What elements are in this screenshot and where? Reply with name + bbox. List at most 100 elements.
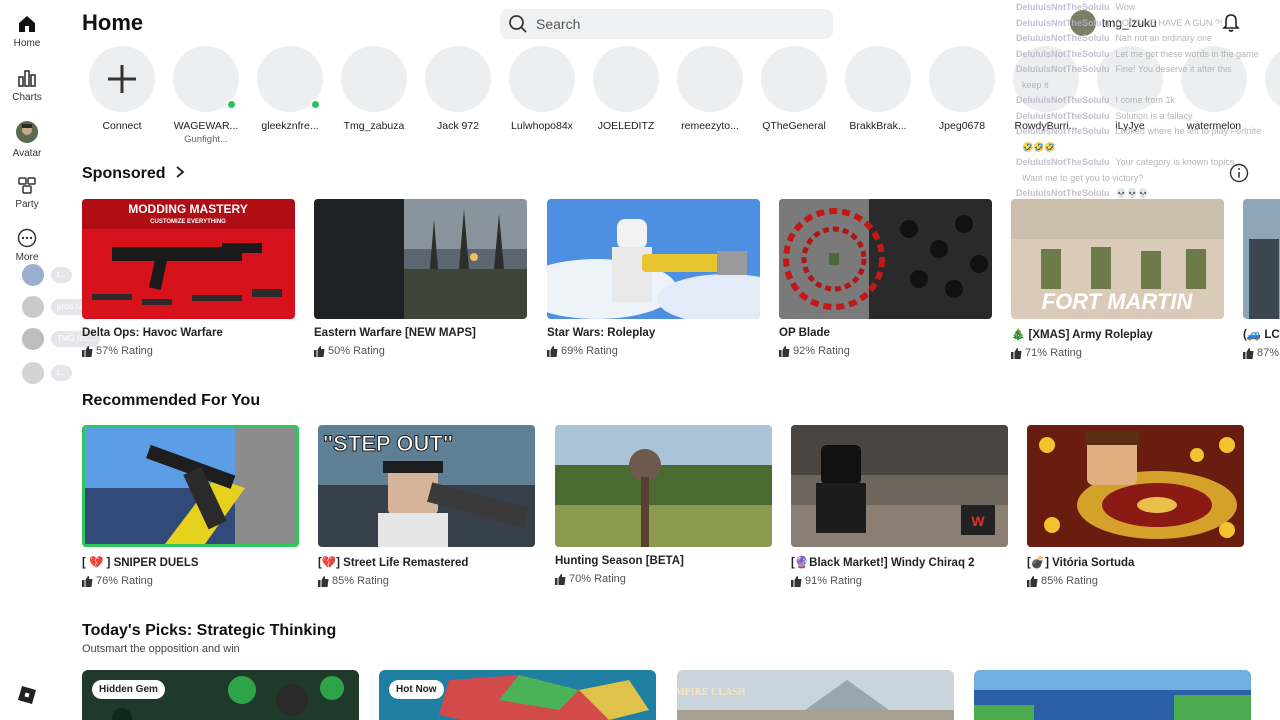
friend-tile[interactable]: BrakkBrak... (836, 46, 920, 132)
rating-text: 70% Rating (569, 573, 626, 585)
game-rating: 76% Rating (82, 575, 299, 587)
thumb-banner: FORT MARTIN (1042, 289, 1194, 314)
game-rating: 69% Rating (547, 345, 760, 357)
friend-tile[interactable]: QTheGeneral (752, 46, 836, 132)
game-thumbnail (974, 670, 1251, 720)
friend-name: Ju... (1256, 120, 1280, 132)
roblox-logo-icon[interactable] (18, 686, 36, 704)
search-placeholder: Search (536, 16, 581, 32)
chat-text: 💀💀💀 (1115, 188, 1150, 198)
avatar[interactable] (20, 262, 46, 288)
avatar (1013, 46, 1079, 112)
nav-charts[interactable]: Charts (0, 68, 54, 103)
picks-subtitle: Outsmart the opposition and win (82, 643, 240, 655)
avatar (341, 46, 407, 112)
game-card-pick-1[interactable]: Hidden Gem (82, 670, 359, 720)
game-title: Delta Ops: Havoc Warfare (82, 327, 223, 339)
friend-tile[interactable]: Jpeg0678 (920, 46, 1004, 132)
nav-avatar[interactable]: Avatar (0, 120, 54, 159)
thumbs-up-icon (547, 345, 558, 357)
thumbs-up-icon (82, 575, 93, 587)
avatar (509, 46, 575, 112)
game-rating: 70% Rating (555, 573, 772, 585)
nav-more[interactable]: More (0, 228, 54, 263)
avatar-tag: t... (51, 365, 72, 381)
avatar (257, 46, 323, 112)
friend-tile[interactable]: Ju... (1256, 46, 1280, 132)
game-card-vitoria-sortuda[interactable]: [💣] Vitória Sortuda 85% Rating (1027, 425, 1244, 587)
friend-name: iLyJye (1115, 120, 1145, 132)
friend-tile[interactable]: Jack 972 (416, 46, 500, 132)
friend-name: Tmg_zabuza (343, 120, 405, 132)
friend-name: Jack 972 (436, 120, 480, 132)
game-card-delta-ops[interactable]: MODDING MASTERY CUSTOMIZE EVERYTHING Delt… (82, 199, 295, 357)
game-thumbnail (314, 199, 527, 319)
game-card-sniper-duels[interactable]: [ 💔 ] SNIPER DUELS 76% Rating (82, 425, 299, 587)
picks-title: Today's Picks: Strategic Thinking (82, 622, 337, 639)
connect-button[interactable]: Connect (80, 46, 164, 132)
friend-name: Lulwhopo84x (511, 120, 573, 132)
friend-tile[interactable]: iLyJye (1088, 46, 1172, 132)
game-card-street-life[interactable]: "STEP OUT" [💔] Street Life Remastered 85… (318, 425, 535, 587)
nav-party[interactable]: Party (0, 175, 54, 210)
chevron-right-icon (176, 166, 185, 178)
friend-tile[interactable]: Tmg_zabuza (332, 46, 416, 132)
friends-carousel: Connect WAGEWAR... Gunfight... gleekznfre..… (80, 46, 1280, 156)
friend-tile[interactable]: RowdyBurri... (1004, 46, 1088, 132)
svg-text:W: W (971, 513, 985, 529)
chat-message: DelululsNotTheSolulu Your category is kno… (1016, 157, 1234, 167)
thumbs-up-icon (1011, 347, 1022, 359)
charts-icon (18, 70, 36, 87)
game-card-pick-2[interactable]: Hot Now (379, 670, 656, 720)
game-card-army-roleplay[interactable]: FORT MARTIN 🎄 [XMAS] Army Roleplay 71% R… (1011, 199, 1224, 359)
thumb-banner: MODDING MASTERY (128, 202, 248, 216)
friend-tile[interactable]: WAGEWAR... Gunfight... (164, 46, 248, 145)
sponsored-heading[interactable]: Sponsored (82, 165, 186, 183)
game-rating: 71% Rating (1011, 347, 1224, 359)
user-profile[interactable]: tmg_izuku (1070, 10, 1157, 36)
game-card-pick-3[interactable]: EMPIRE CLASH (677, 670, 954, 720)
add-friend-icon (89, 46, 155, 112)
info-icon[interactable] (1229, 163, 1249, 183)
game-thumbnail: Hot Now (379, 670, 656, 720)
search-icon (509, 15, 527, 33)
avatar (1181, 46, 1247, 112)
recommended-title: Recommended For You (82, 392, 261, 409)
friend-tile[interactable]: Lulwhopo84x (500, 46, 584, 132)
more-icon (17, 228, 37, 248)
game-card-windy-chiraq[interactable]: W [🔮Black Market!] Windy Chiraq 2 91% Ra… (791, 425, 1008, 587)
avatar (929, 46, 995, 112)
rating-text: 69% Rating (561, 345, 618, 357)
avatar[interactable] (20, 326, 46, 352)
friend-name: remeezyto... (681, 120, 739, 132)
avatar[interactable] (20, 294, 46, 320)
game-card-op-blade[interactable]: OP Blade 92% Rating (779, 199, 992, 357)
friend-tile[interactable]: watermelon (1172, 46, 1256, 132)
game-title: Eastern Warfare [NEW MAPS] (314, 327, 476, 339)
game-rating: 85% Rating (1027, 575, 1244, 587)
friend-tile[interactable]: JOELEDITZ (584, 46, 668, 132)
game-card-hunting-season[interactable]: Hunting Season [BETA] 70% Rating (555, 425, 772, 585)
notifications-bell-icon[interactable] (1222, 13, 1240, 33)
friend-tile[interactable]: remeezyto... (668, 46, 752, 132)
hidden-gem-badge: Hidden Gem (92, 680, 165, 699)
friend-name: watermelon (1186, 120, 1242, 132)
hot-now-badge: Hot Now (389, 680, 444, 699)
friend-tile[interactable]: gleekznfre... (248, 46, 332, 132)
game-card-lc[interactable]: (🚙 LC 87% (1243, 199, 1280, 359)
game-thumbnail (547, 199, 760, 319)
avatar[interactable] (20, 360, 46, 386)
avatar (677, 46, 743, 112)
search-input[interactable]: Search (500, 9, 833, 39)
avatar-tag: t... (51, 267, 72, 283)
game-card-eastern-warfare[interactable]: Eastern Warfare [NEW MAPS] 50% Rating (314, 199, 527, 357)
username: tmg_izuku (1102, 16, 1157, 30)
chat-username: DelululsNotTheSolulu (1016, 157, 1110, 167)
home-icon (19, 16, 35, 32)
game-card-star-wars[interactable]: Star Wars: Roleplay 69% Rating (547, 199, 760, 357)
game-card-pick-4[interactable] (974, 670, 1251, 720)
nav-avatar-label: Avatar (12, 148, 42, 159)
nav-home[interactable]: Home (0, 14, 54, 49)
rating-text: 91% Rating (805, 575, 862, 587)
thumb-banner: EMPIRE CLASH (677, 687, 746, 698)
